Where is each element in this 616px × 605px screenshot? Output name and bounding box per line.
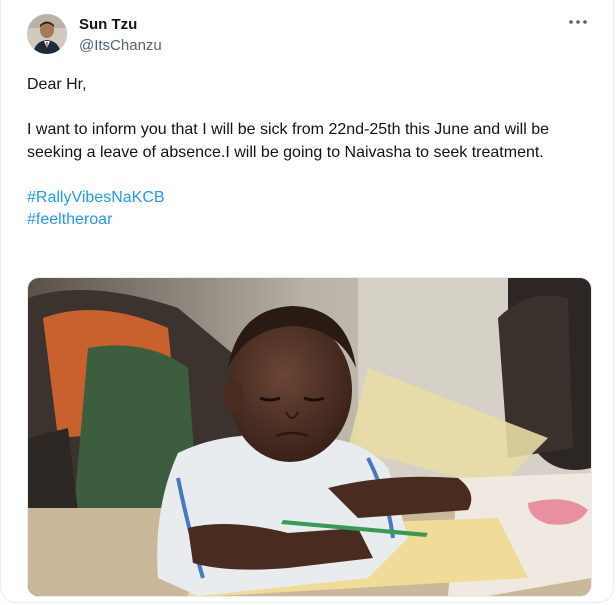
display-name[interactable]: Sun Tzu [79, 16, 137, 33]
tweet-greeting: Dear Hr, [27, 76, 87, 93]
avatar[interactable] [27, 14, 67, 54]
user-handle[interactable]: @ItsChanzu [79, 37, 162, 54]
hashtag-link[interactable]: #feeltheroar [27, 209, 112, 232]
photo-child-writing [28, 278, 591, 596]
tweet-card[interactable]: Sun Tzu @ItsChanzu Dear Hr, I want to in… [0, 0, 614, 603]
tweet-photo[interactable] [27, 277, 592, 597]
more-horizontal-icon [569, 20, 587, 24]
tweet-text: Dear Hr, I want to inform you that I wil… [27, 74, 593, 232]
hashtag-link[interactable]: #RallyVibesNaKCB [27, 187, 165, 210]
tweet-message: I want to inform you that I will be sick… [27, 121, 550, 161]
avatar-portrait-icon [27, 14, 67, 54]
more-options-button[interactable] [565, 12, 591, 32]
